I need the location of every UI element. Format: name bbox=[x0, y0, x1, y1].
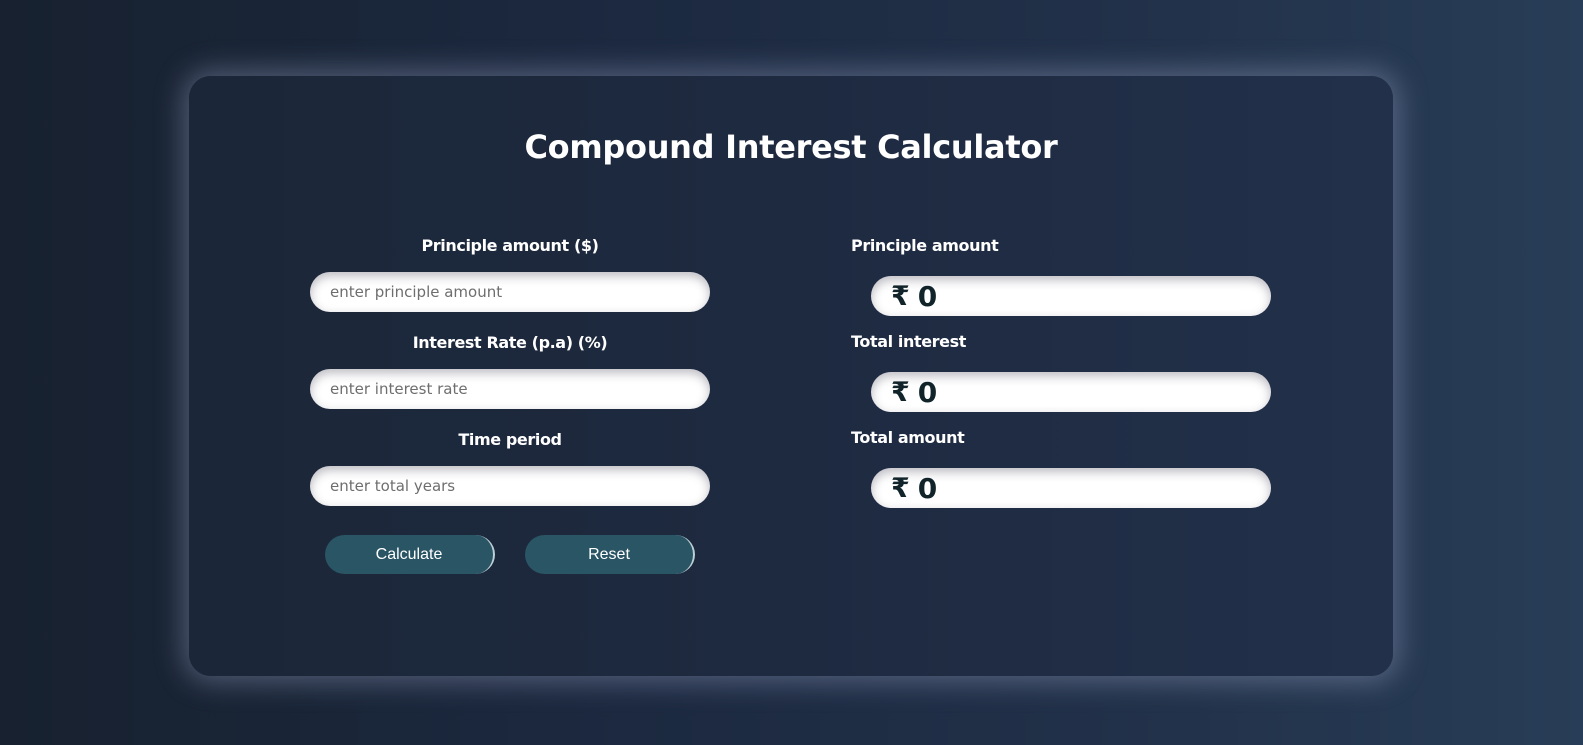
interest-rate-input[interactable] bbox=[310, 369, 710, 409]
rupee-icon: ₹ bbox=[891, 472, 910, 504]
result-principal-field: ₹ 0 bbox=[871, 276, 1271, 316]
total-amount-value: 0 bbox=[917, 471, 938, 505]
page-title: Compound Interest Calculator bbox=[524, 128, 1058, 166]
rupee-icon: ₹ bbox=[891, 376, 910, 408]
total-interest-value: 0 bbox=[917, 375, 938, 409]
principal-input[interactable] bbox=[310, 272, 710, 312]
total-amount-label: Total amount bbox=[851, 428, 965, 447]
calculate-button[interactable]: Calculate bbox=[325, 535, 495, 574]
result-principal-label: Principle amount bbox=[851, 236, 999, 255]
interest-rate-label: Interest Rate (p.a) (%) bbox=[412, 333, 608, 352]
time-period-input[interactable] bbox=[310, 466, 710, 506]
principal-label: Principle amount ($) bbox=[421, 236, 599, 255]
calculator-card: Compound Interest Calculator Principle a… bbox=[189, 76, 1393, 676]
result-principal-value: 0 bbox=[917, 279, 938, 313]
reset-button[interactable]: Reset bbox=[525, 535, 695, 574]
total-interest-field: ₹ 0 bbox=[871, 372, 1271, 412]
rupee-icon: ₹ bbox=[891, 280, 910, 312]
total-interest-label: Total interest bbox=[851, 332, 966, 351]
total-amount-field: ₹ 0 bbox=[871, 468, 1271, 508]
time-period-label: Time period bbox=[458, 430, 562, 449]
